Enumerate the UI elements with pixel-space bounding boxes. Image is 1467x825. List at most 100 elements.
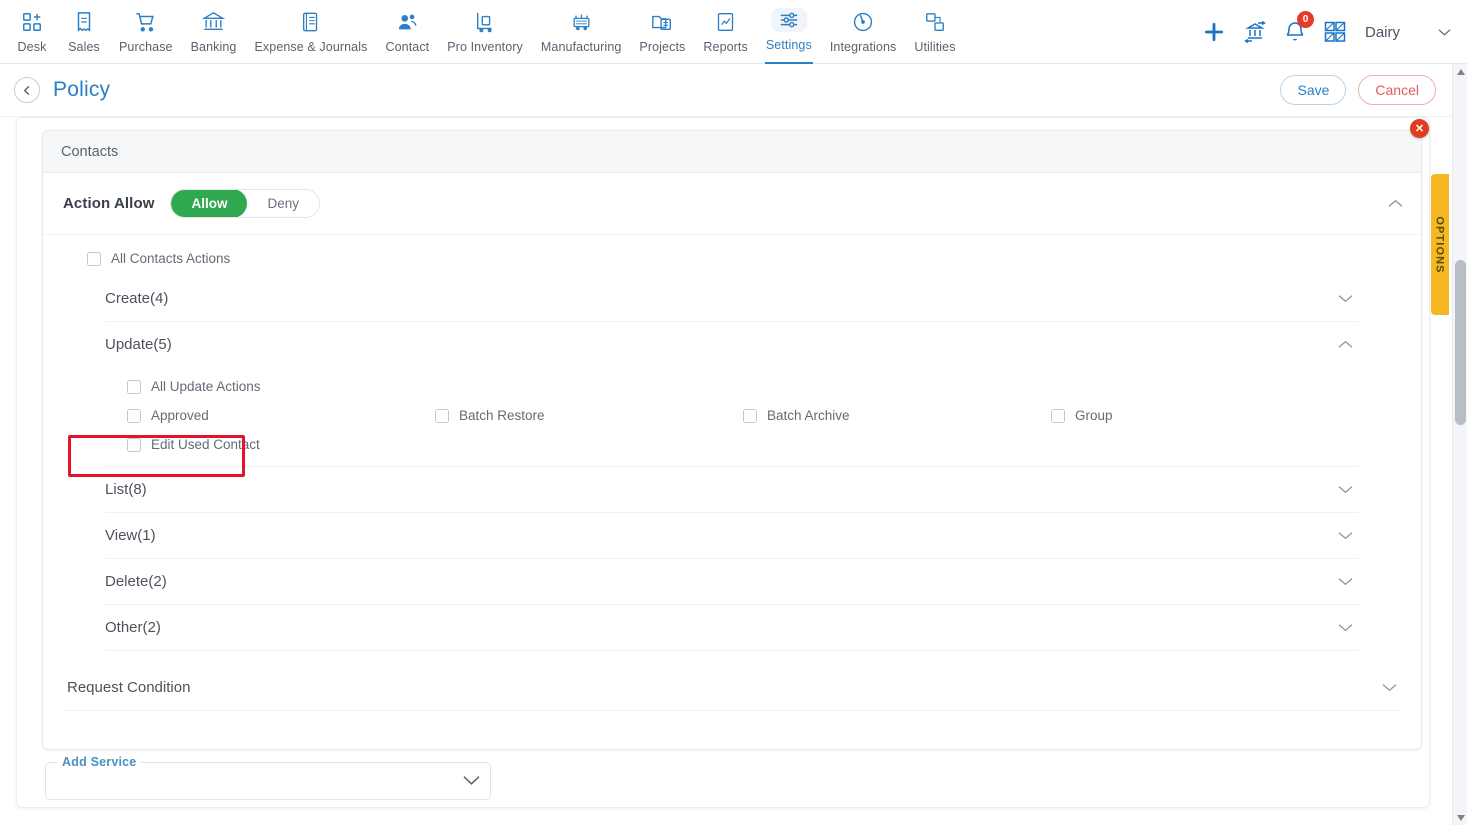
accordion-view: View(1): [105, 513, 1359, 559]
all-contacts-actions-row[interactable]: All Contacts Actions: [43, 235, 1421, 276]
scrollbar-thumb[interactable]: [1455, 260, 1466, 425]
accordion-list-header[interactable]: List(8): [105, 467, 1359, 512]
nav-label: Utilities: [914, 40, 956, 54]
nav-item-purchase[interactable]: Purchase: [110, 0, 182, 64]
chevron-down-icon[interactable]: [1382, 683, 1397, 692]
chevron-down-icon[interactable]: [1338, 294, 1353, 303]
accordion-list-label: List(8): [105, 481, 147, 498]
request-condition-section: Request Condition: [63, 665, 1401, 711]
accordion-update-body: All Update Actions Approved Batch Restor…: [105, 367, 1359, 466]
reports-chart-icon: [715, 10, 736, 34]
org-name-label: Dairy: [1364, 23, 1400, 41]
chevron-down-icon[interactable]: [1338, 623, 1353, 632]
bank-building-icon: [202, 10, 226, 34]
nav-label: Pro Inventory: [447, 40, 523, 54]
nav-item-banking[interactable]: Banking: [182, 0, 246, 64]
all-contacts-actions-checkbox[interactable]: [87, 251, 101, 266]
nav-label: Integrations: [829, 40, 897, 54]
batch-restore-checkbox[interactable]: [435, 408, 449, 423]
nav-label: Settings: [765, 38, 812, 52]
bank-transfer-icon[interactable]: [1243, 20, 1267, 44]
page-title: Policy: [53, 78, 111, 101]
accordion-other: Other(2): [105, 605, 1359, 651]
apps-grid-icon[interactable]: [1323, 20, 1347, 44]
chevron-up-icon[interactable]: [1338, 340, 1353, 349]
all-update-actions-checkbox[interactable]: [127, 379, 141, 394]
nav-label: Manufacturing: [540, 40, 622, 54]
accordion-update-header[interactable]: Update(5): [105, 322, 1359, 367]
notification-count-badge: 0: [1296, 11, 1314, 28]
approved-checkbox[interactable]: [127, 408, 141, 423]
options-side-tab[interactable]: OPTIONS: [1431, 174, 1449, 315]
accordion-other-label: Other(2): [105, 619, 161, 636]
scroll-up-arrow[interactable]: [1453, 64, 1467, 79]
checkbox-label: Batch Restore: [459, 408, 545, 423]
save-button[interactable]: Save: [1280, 75, 1347, 105]
nav-item-settings[interactable]: Settings: [757, 0, 821, 64]
app-root: Desk Sales Purchase Banking Expense & Jo…: [0, 0, 1467, 825]
nav-item-reports[interactable]: Reports: [694, 0, 756, 64]
checkbox-item-edit-used-contact[interactable]: Edit Used Contact: [127, 437, 435, 452]
policy-card: Contacts Action Allow Allow Deny All Con…: [16, 117, 1430, 808]
checkbox-item-batch-restore[interactable]: Batch Restore: [435, 408, 743, 423]
batch-archive-checkbox[interactable]: [743, 408, 757, 423]
contact-people-icon: [396, 10, 419, 34]
chevron-down-icon[interactable]: [1338, 485, 1353, 494]
purchase-cart-icon: [134, 10, 157, 34]
checkbox-item-approved[interactable]: Approved: [127, 408, 435, 423]
nav-label: Projects: [639, 40, 686, 54]
scroll-down-arrow[interactable]: [1453, 810, 1467, 825]
nav-item-desk[interactable]: Desk: [6, 0, 58, 64]
page-scrollbar[interactable]: [1452, 64, 1467, 825]
bell-icon[interactable]: 0: [1283, 11, 1314, 44]
checkbox-item-batch-archive[interactable]: Batch Archive: [743, 408, 1051, 423]
chevron-left-icon: [23, 85, 29, 95]
header-actions: Save Cancel: [1280, 75, 1436, 105]
nav-right-actions: 0 Dairy: [1201, 0, 1467, 64]
chevron-down-icon[interactable]: [1338, 577, 1353, 586]
accordion-create-header[interactable]: Create(4): [105, 276, 1359, 321]
integrations-plug-icon: [852, 10, 874, 34]
add-service-select[interactable]: Add Service: [45, 755, 491, 800]
all-update-actions-row[interactable]: All Update Actions: [105, 373, 1359, 404]
checkbox-label: Edit Used Contact: [151, 437, 260, 452]
cancel-button[interactable]: Cancel: [1358, 75, 1436, 105]
nav-item-pro-inventory[interactable]: Pro Inventory: [438, 0, 532, 64]
chevron-down-icon[interactable]: [1338, 531, 1353, 540]
back-button[interactable]: [14, 77, 40, 103]
request-condition-header[interactable]: Request Condition: [63, 665, 1401, 711]
close-icon[interactable]: ✕: [1410, 119, 1429, 138]
nav-item-manufacturing[interactable]: Manufacturing: [532, 0, 631, 64]
toggle-option-allow[interactable]: Allow: [171, 190, 248, 217]
nav-item-utilities[interactable]: Utilities: [905, 0, 964, 64]
checkbox-item-group[interactable]: Group: [1051, 408, 1359, 423]
nav-item-sales[interactable]: Sales: [58, 0, 110, 64]
nav-item-expense-journals[interactable]: Expense & Journals: [245, 0, 376, 64]
accordion-view-header[interactable]: View(1): [105, 513, 1359, 558]
nav-item-integrations[interactable]: Integrations: [821, 0, 906, 64]
action-allow-toggle[interactable]: Allow Deny: [170, 189, 320, 218]
inventory-trolley-icon: [474, 10, 496, 34]
checkbox-label: Batch Archive: [767, 408, 850, 423]
nav-label: Desk: [17, 40, 47, 54]
chevron-down-icon[interactable]: [463, 773, 480, 791]
chevron-up-icon[interactable]: [1388, 199, 1403, 208]
group-checkbox[interactable]: [1051, 408, 1065, 423]
accordion-create-label: Create(4): [105, 290, 169, 307]
toggle-option-deny[interactable]: Deny: [247, 190, 319, 217]
accordion-delete-header[interactable]: Delete(2): [105, 559, 1359, 604]
nav-label: Banking: [190, 40, 237, 54]
edit-used-contact-checkbox[interactable]: [127, 437, 141, 452]
page-header: Policy Save Cancel: [0, 64, 1452, 117]
service-title: Contacts: [43, 131, 1421, 173]
nav-label: Purchase: [119, 40, 173, 54]
nav-item-projects[interactable]: Projects: [630, 0, 694, 64]
desk-grid-plus-icon: [21, 10, 43, 34]
nav-item-contact[interactable]: Contact: [376, 0, 438, 64]
chevron-down-icon[interactable]: [1438, 25, 1451, 40]
plus-icon[interactable]: [1201, 19, 1227, 45]
accordion-other-header[interactable]: Other(2): [105, 605, 1359, 650]
checkbox-label: Approved: [151, 408, 209, 423]
nav-label: Contact: [385, 40, 430, 54]
action-allow-row: Action Allow Allow Deny: [43, 173, 1421, 235]
